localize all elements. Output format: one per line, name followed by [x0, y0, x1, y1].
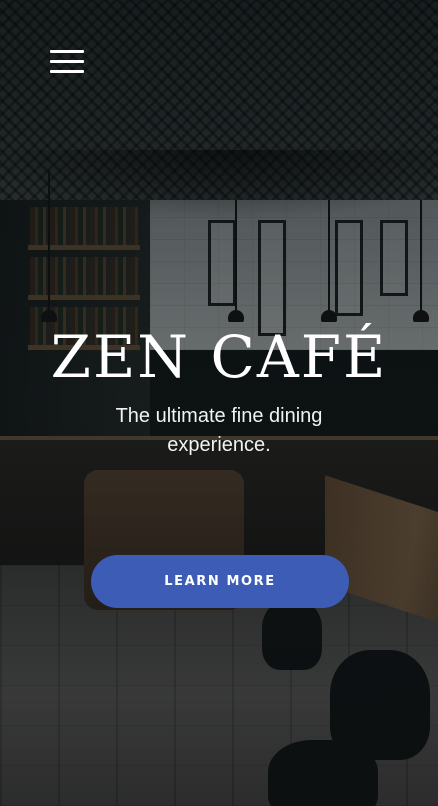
menu-bar — [50, 60, 84, 63]
menu-bar — [50, 50, 84, 53]
learn-more-button[interactable]: LEARN MORE — [91, 555, 349, 608]
hero-subtitle: The ultimate fine dining experience. — [115, 405, 323, 456]
hero-section: ZEN CAFÉ The ultimate fine dining experi… — [0, 318, 438, 460]
hamburger-menu-icon[interactable] — [50, 50, 84, 74]
hero-title: ZEN CAFÉ — [50, 323, 388, 391]
menu-bar — [50, 70, 84, 73]
app-screen: ZEN CAFÉ The ultimate fine dining experi… — [0, 0, 438, 806]
